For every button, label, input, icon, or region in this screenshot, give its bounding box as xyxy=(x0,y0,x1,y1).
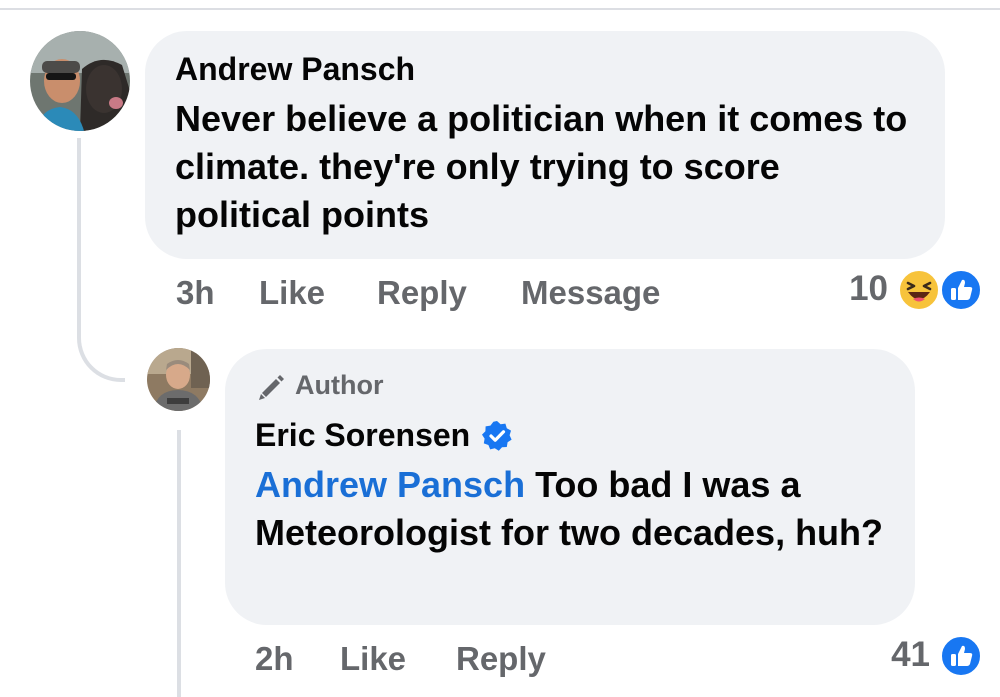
author-badge: Author xyxy=(255,369,383,401)
reply-author[interactable]: Eric Sorensen xyxy=(255,417,514,454)
comment-author[interactable]: Andrew Pansch xyxy=(175,51,415,88)
like-reaction-icon[interactable] xyxy=(939,634,983,678)
mention-link[interactable]: Andrew Pansch xyxy=(255,464,525,505)
avatar-photo xyxy=(147,348,210,411)
comment-message-button[interactable]: Message xyxy=(521,274,660,312)
reply-text: Andrew Pansch Too bad I was a Meteorolog… xyxy=(255,461,895,557)
comment-like-button[interactable]: Like xyxy=(259,274,325,312)
pencil-icon xyxy=(259,375,284,400)
top-divider xyxy=(0,8,1000,10)
thread-line xyxy=(77,138,81,323)
avatar-eric-sorensen[interactable] xyxy=(147,348,210,411)
reply-time[interactable]: 2h xyxy=(255,640,294,678)
comment-time[interactable]: 3h xyxy=(176,274,215,312)
reply-author-name[interactable]: Eric Sorensen xyxy=(255,417,470,454)
avatar-andrew-pansch[interactable] xyxy=(30,31,130,131)
haha-reaction-icon[interactable] xyxy=(897,268,941,312)
comment-reaction-count[interactable]: 10 xyxy=(810,269,888,309)
comment-reply-button[interactable]: Reply xyxy=(377,274,467,312)
comment-bubble[interactable]: Andrew Pansch Never believe a politician… xyxy=(145,31,945,259)
reply-like-button[interactable]: Like xyxy=(340,640,406,678)
like-reaction-icon[interactable] xyxy=(939,268,983,312)
comment-text: Never believe a politician when it comes… xyxy=(175,98,908,235)
author-badge-label: Author xyxy=(295,369,384,400)
verified-badge-icon xyxy=(482,420,512,451)
reply-reply-button[interactable]: Reply xyxy=(456,640,546,678)
avatar-photo xyxy=(30,31,130,131)
thread-connector xyxy=(77,318,125,382)
reply-bubble[interactable]: Author Eric Sorensen Andrew Pansch Too b… xyxy=(225,349,915,625)
reply-reaction-count[interactable]: 41 xyxy=(850,635,930,675)
reply-thread-line xyxy=(177,430,181,697)
